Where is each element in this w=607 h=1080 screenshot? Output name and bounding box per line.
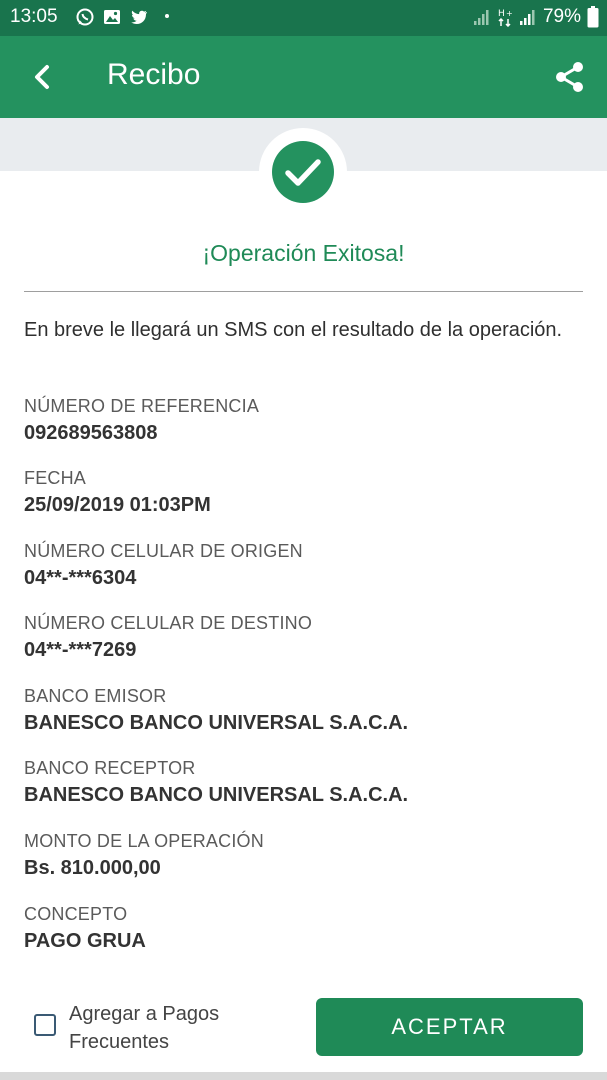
- data-transfer-icon: H +: [498, 9, 513, 27]
- field-issuing-bank: BANCO EMISOR BANESCO BANCO UNIVERSAL S.A…: [24, 685, 584, 736]
- field-label: FECHA: [24, 468, 87, 488]
- check-circle-icon: [272, 141, 334, 203]
- field-concept: CONCEPTO PAGO GRUA: [24, 903, 584, 954]
- field-label: BANCO RECEPTOR: [24, 758, 196, 778]
- status-time: 13:05: [10, 6, 58, 27]
- signal-icon: [519, 10, 535, 25]
- field-value: 25/09/2019 01:03PM: [24, 494, 211, 516]
- field-date: FECHA 25/09/2019 01:03PM: [24, 467, 584, 518]
- battery-percent: 79%: [542, 6, 581, 27]
- field-value: Bs. 810.000,00: [24, 857, 161, 879]
- accept-button[interactable]: ACEPTAR: [316, 998, 583, 1056]
- field-value: BANESCO BANCO UNIVERSAL S.A.C.A.: [24, 712, 409, 734]
- frequent-payment-label[interactable]: Agregar a Pagos Frecuentes: [69, 1000, 269, 1056]
- frequent-payment-checkbox[interactable]: [34, 1014, 56, 1036]
- field-label: NÚMERO DE REFERENCIA: [24, 396, 260, 416]
- field-label: MONTO DE LA OPERACIÓN: [24, 831, 264, 851]
- svg-text:+: +: [506, 9, 513, 18]
- share-icon[interactable]: [553, 60, 587, 94]
- field-value: 04**-***6304: [24, 567, 137, 589]
- field-origin-phone: NÚMERO CELULAR DE ORIGEN 04**-***6304: [24, 540, 584, 591]
- field-value: 04**-***7269: [24, 639, 137, 661]
- field-reference: NÚMERO DE REFERENCIA 092689563808: [24, 395, 584, 446]
- add-frequent-payment-toggle[interactable]: Agregar a Pagos Frecuentes: [34, 1000, 269, 1056]
- divider: [24, 291, 583, 292]
- twitter-icon: [131, 10, 147, 25]
- field-label: CONCEPTO: [24, 904, 128, 924]
- more-notifications-dot: [165, 14, 169, 18]
- page-title: Recibo: [107, 58, 201, 91]
- signal-weak-icon: [473, 10, 489, 25]
- notification-icons: [75, 7, 149, 27]
- field-label: NÚMERO CELULAR DE ORIGEN: [24, 541, 303, 561]
- field-label: NÚMERO CELULAR DE DESTINO: [24, 613, 313, 633]
- system-indicators: H + 79%: [473, 6, 599, 28]
- app-bar: Recibo: [0, 36, 607, 118]
- field-value: PAGO GRUA: [24, 930, 146, 952]
- success-title: ¡Operación Exitosa!: [202, 240, 405, 266]
- sms-notice: En breve le llegará un SMS con el result…: [24, 319, 563, 341]
- arrow-back-icon[interactable]: [26, 60, 60, 94]
- image-icon: [104, 10, 120, 24]
- field-label: BANCO EMISOR: [24, 686, 167, 706]
- field-destination-phone: NÚMERO CELULAR DE DESTINO 04**-***7269: [24, 612, 584, 663]
- whatsapp-icon: [76, 8, 94, 26]
- field-receiving-bank: BANCO RECEPTOR BANESCO BANCO UNIVERSAL S…: [24, 757, 584, 808]
- bottom-edge: [0, 1072, 607, 1080]
- field-amount: MONTO DE LA OPERACIÓN Bs. 810.000,00: [24, 830, 584, 881]
- svg-text:H: H: [498, 9, 505, 19]
- field-value: BANESCO BANCO UNIVERSAL S.A.C.A.: [24, 784, 409, 806]
- field-value: 092689563808: [24, 422, 158, 444]
- status-bar: 13:05 H + 79%: [0, 0, 607, 36]
- battery-icon: [587, 6, 599, 28]
